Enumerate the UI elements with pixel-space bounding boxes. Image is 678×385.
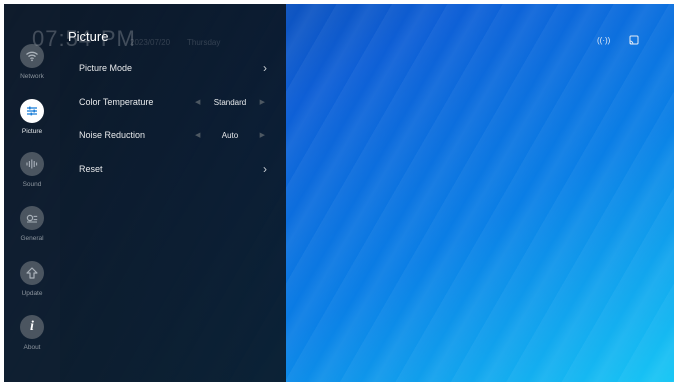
reset-label: Reset	[79, 164, 103, 174]
picture-mode-label: Picture Mode	[79, 63, 133, 73]
cast-screen-icon	[629, 35, 639, 47]
nav-item-general[interactable]: General	[4, 206, 60, 242]
color-temperature-row[interactable]: Color Temperature ◀ Standard ▶	[79, 92, 277, 112]
nav-label-picture: Picture	[21, 128, 43, 135]
reset-row[interactable]: Reset ›	[79, 159, 277, 179]
nav-item-sound[interactable]: Sound	[4, 152, 60, 188]
sound-wave-icon	[20, 152, 44, 176]
screen: Network Picture Sound General Update i A…	[4, 4, 674, 382]
arrow-right-icon[interactable]: ▶	[260, 131, 265, 139]
general-settings-icon	[20, 206, 44, 230]
nav-label-sound: Sound	[22, 181, 42, 188]
nav-item-picture[interactable]: Picture	[4, 99, 60, 135]
nav-label-about: About	[23, 344, 41, 351]
info-icon: i	[20, 315, 44, 339]
noise-reduction-row[interactable]: Noise Reduction ◀ Auto ▶	[79, 125, 277, 145]
noise-reduction-value: Auto	[221, 130, 239, 140]
clock-day: Thursday	[187, 38, 221, 47]
color-temperature-selector[interactable]: ◀ Standard ▶	[195, 92, 265, 112]
noise-reduction-selector[interactable]: ◀ Auto ▶	[195, 125, 265, 145]
arrow-right-icon[interactable]: ▶	[260, 98, 265, 106]
nav-item-about[interactable]: i About	[4, 315, 60, 351]
chevron-right-icon: ›	[263, 61, 267, 75]
clock-date: 2023/07/20	[130, 38, 171, 47]
page-title: Picture	[68, 29, 109, 44]
nav-item-update[interactable]: Update	[4, 261, 60, 297]
broadcast-icon: ((·))	[597, 36, 611, 45]
nav-label-update: Update	[21, 290, 43, 297]
chevron-right-icon: ›	[263, 162, 267, 176]
nav-label-network: Network	[20, 73, 44, 80]
sliders-icon	[20, 99, 44, 123]
nav-label-general: General	[20, 235, 44, 242]
picture-mode-row[interactable]: Picture Mode ›	[79, 58, 277, 78]
settings-nav-rail: Network Picture Sound General Update i A…	[4, 4, 60, 382]
upload-arrow-icon	[20, 261, 44, 285]
color-temperature-value: Standard	[213, 97, 247, 107]
